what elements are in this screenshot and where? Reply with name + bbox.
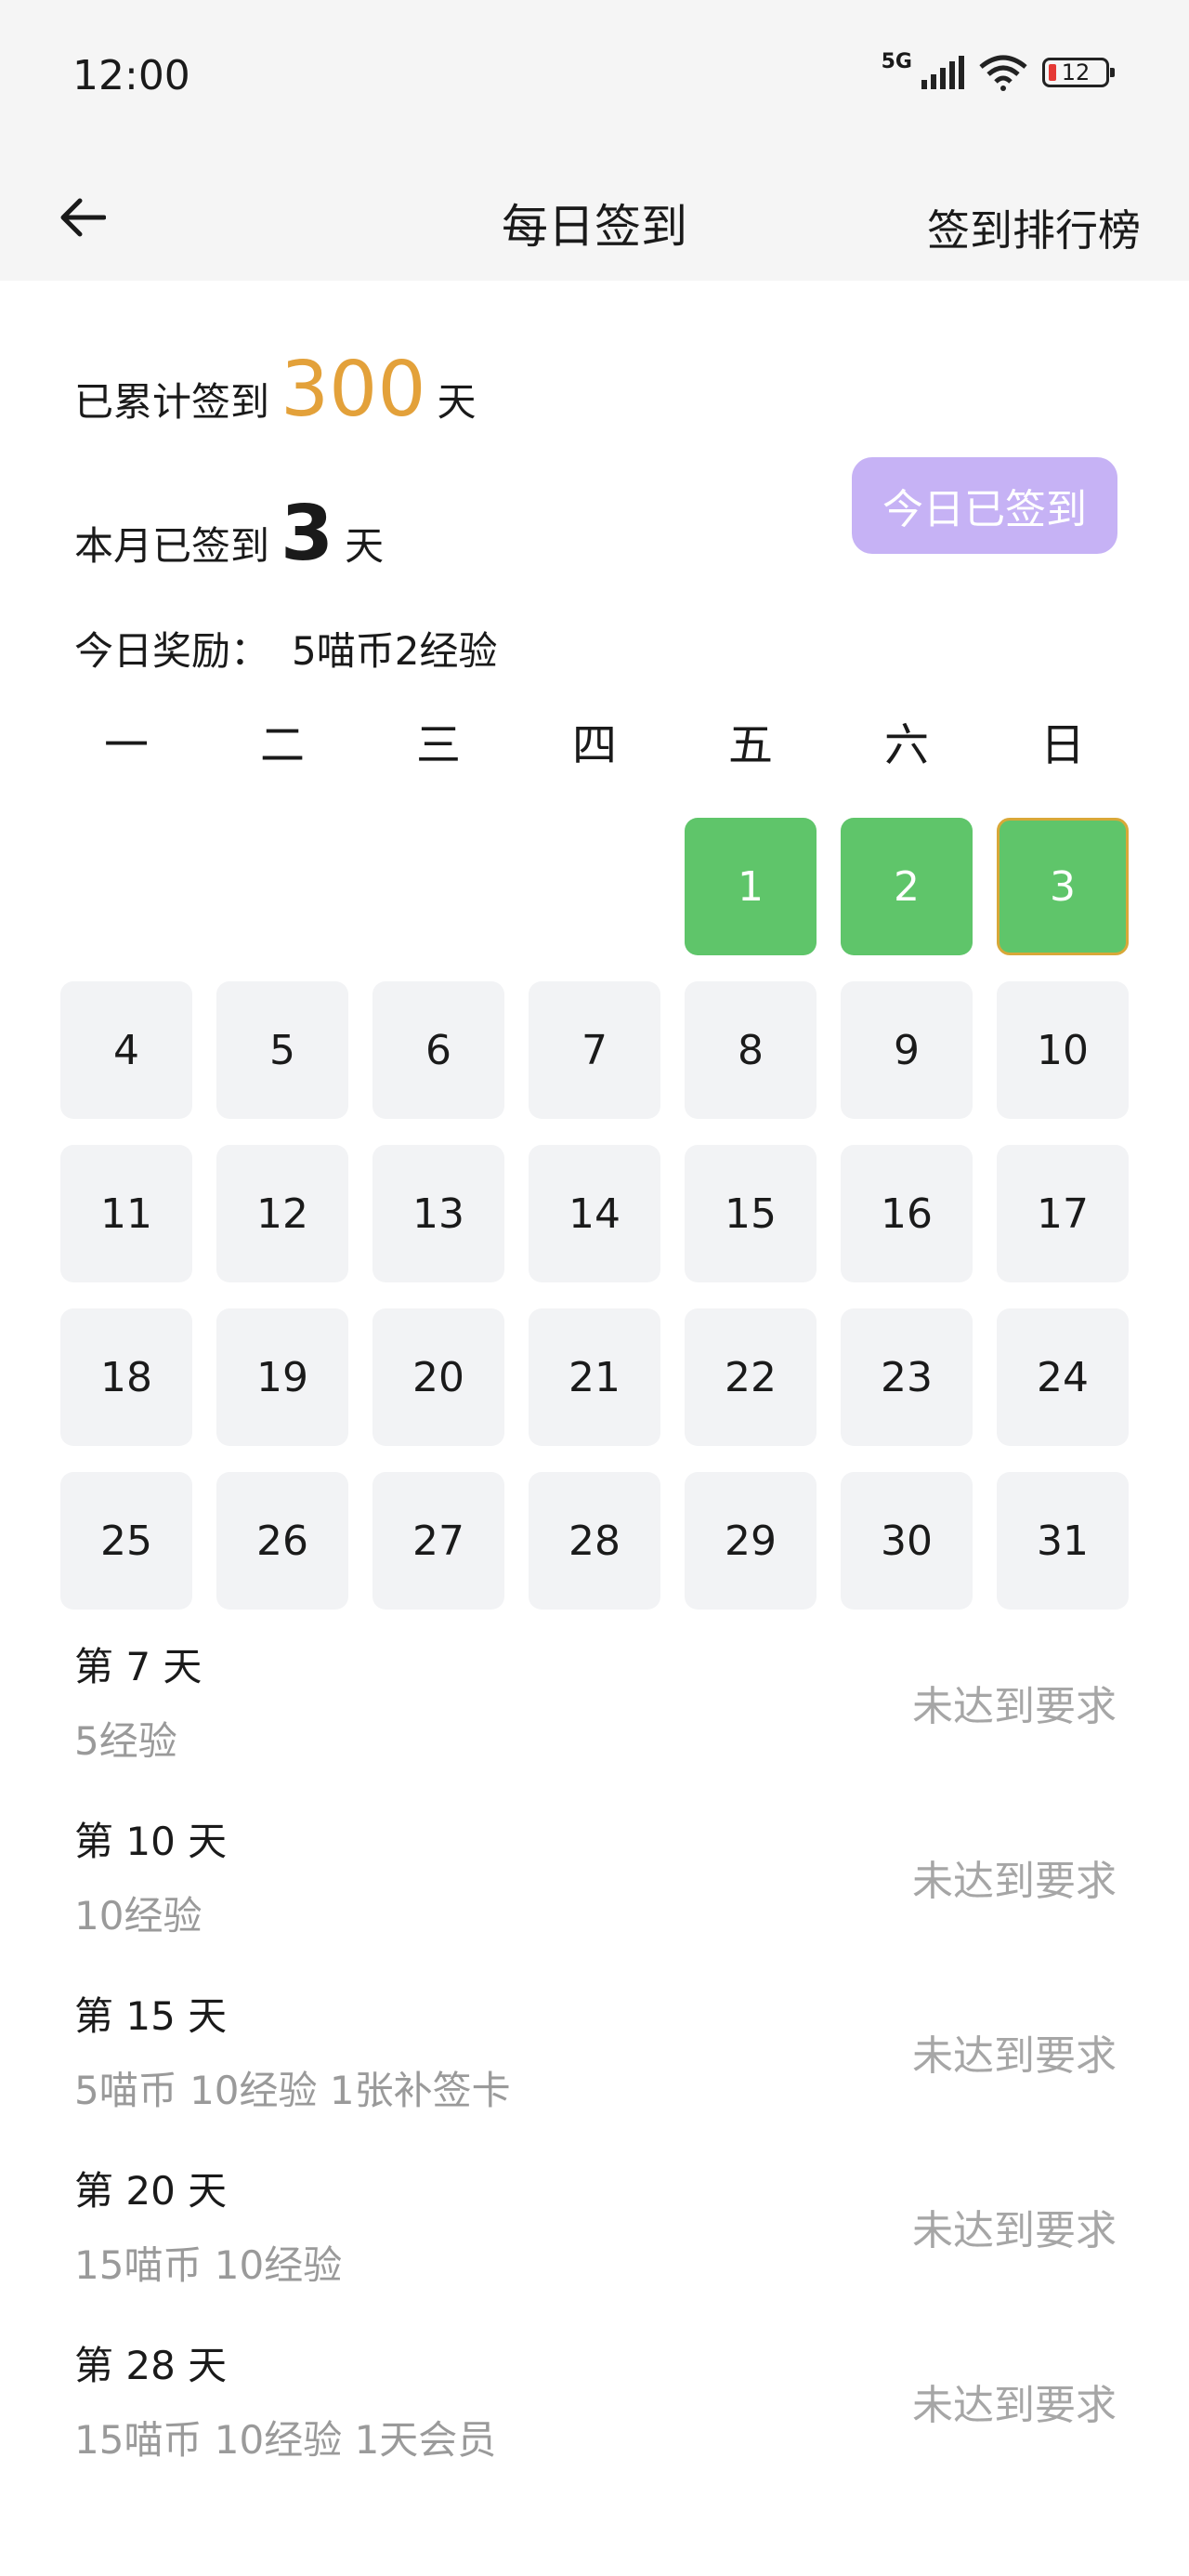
milestone-reward: 5喵币 10经验 1张补签卡	[74, 2068, 511, 2113]
calendar-day-28[interactable]: 28	[529, 1472, 660, 1610]
calendar-day-8[interactable]: 8	[685, 981, 817, 1119]
milestone-item: 第 10 天 10经验 未达到要求	[0, 1810, 1189, 1985]
calendar-day-6[interactable]: 6	[372, 981, 504, 1119]
milestone-item: 第 20 天 15喵币 10经验 未达到要求	[0, 2160, 1189, 2334]
calendar-day-15[interactable]: 15	[685, 1145, 817, 1282]
weekday-label: 三	[415, 719, 461, 771]
milestone-reward: 10经验	[74, 1893, 203, 1939]
milestone-status: 未达到要求	[912, 1858, 1117, 1905]
milestone-status: 未达到要求	[912, 2207, 1117, 2254]
calendar-day-18[interactable]: 18	[60, 1308, 192, 1446]
calendar-day-10[interactable]: 10	[997, 981, 1129, 1119]
calendar-day-27[interactable]: 27	[372, 1472, 504, 1610]
calendar-day-16[interactable]: 16	[841, 1145, 973, 1282]
signed-today-button[interactable]: 今日已签到	[852, 457, 1117, 554]
nav-bar: 每日签到 签到排行榜	[0, 154, 1189, 281]
calendar-day-14[interactable]: 14	[529, 1145, 660, 1282]
milestone-title: 第 7 天	[74, 1644, 203, 1689]
calendar-day-7[interactable]: 7	[529, 981, 660, 1119]
milestone-reward: 15喵币 10经验 1天会员	[74, 2417, 497, 2463]
milestone-title: 第 28 天	[74, 2343, 228, 2388]
network-type: 5G	[881, 49, 912, 73]
calendar-day-19[interactable]: 19	[216, 1308, 348, 1446]
calendar-day-3[interactable]: 3	[997, 818, 1129, 955]
total-prefix: 已累计签到	[74, 379, 270, 425]
calendar-day-25[interactable]: 25	[60, 1472, 192, 1610]
calendar-day-26[interactable]: 26	[216, 1472, 348, 1610]
month-prefix: 本月已签到	[74, 523, 270, 569]
calendar-day-5[interactable]: 5	[216, 981, 348, 1119]
weekday-header: 一二三四五六日	[0, 708, 1189, 818]
weekday-label: 六	[883, 719, 929, 771]
weekday-label: 二	[259, 719, 305, 771]
reward-value: 5喵币2经验	[292, 628, 498, 674]
month-suffix: 天	[345, 523, 385, 569]
calendar-day-23[interactable]: 23	[841, 1308, 973, 1446]
calendar-day-1[interactable]: 1	[685, 818, 817, 955]
calendar-day-31[interactable]: 31	[997, 1472, 1129, 1610]
wifi-icon	[979, 55, 1027, 91]
battery-level: 12	[1061, 59, 1091, 85]
today-reward: 今日奖励： 5喵币2经验	[74, 620, 497, 677]
milestone-reward: 15喵币 10经验	[74, 2242, 343, 2288]
calendar-day-9[interactable]: 9	[841, 981, 973, 1119]
status-icons: 5G 12	[882, 50, 1115, 91]
status-bar: 12:00 5G 12	[0, 0, 1189, 154]
calendar-day-12[interactable]: 12	[216, 1145, 348, 1282]
calendar-day-22[interactable]: 22	[685, 1308, 817, 1446]
reward-label: 今日奖励：	[74, 628, 270, 674]
total-suffix: 天	[437, 379, 477, 425]
weekday-label: 四	[571, 719, 617, 771]
calendar-day-20[interactable]: 20	[372, 1308, 504, 1446]
status-time: 12:00	[72, 52, 190, 99]
battery-icon: 12	[1042, 58, 1115, 87]
calendar-day-4[interactable]: 4	[60, 981, 192, 1119]
milestone-item: 第 28 天 15喵币 10经验 1天会员 未达到要求	[0, 2334, 1189, 2509]
calendar-day-2[interactable]: 2	[841, 818, 973, 955]
milestone-status: 未达到要求	[912, 2382, 1117, 2429]
calendar-day-17[interactable]: 17	[997, 1145, 1129, 1282]
calendar-day-24[interactable]: 24	[997, 1308, 1129, 1446]
calendar-day-21[interactable]: 21	[529, 1308, 660, 1446]
milestone-title: 第 10 天	[74, 1819, 228, 1864]
total-checkin: 已累计签到 300 天	[74, 346, 477, 434]
signal-icon	[921, 56, 964, 89]
weekday-label: 一	[103, 719, 149, 771]
ranking-link[interactable]: 签到排行榜	[927, 197, 1141, 258]
calendar-day-29[interactable]: 29	[685, 1472, 817, 1610]
calendar-day-11[interactable]: 11	[60, 1145, 192, 1282]
milestone-title: 第 15 天	[74, 1993, 228, 2039]
milestone-status: 未达到要求	[912, 1683, 1117, 1730]
month-value: 3	[281, 490, 334, 578]
month-checkin: 本月已签到 3 天	[74, 490, 384, 578]
calendar-day-13[interactable]: 13	[372, 1145, 504, 1282]
weekday-label: 五	[727, 719, 773, 771]
milestone-reward: 5经验	[74, 1718, 177, 1764]
milestone-title: 第 20 天	[74, 2168, 228, 2214]
weekday-label: 日	[1039, 719, 1085, 771]
milestone-status: 未达到要求	[912, 2032, 1117, 2080]
total-value: 300	[281, 346, 426, 434]
calendar-grid: 1 2 3 4 5 6 7 8 9 10 11 12 13 14 15 16 17 18 19 20 21 22 23 24 2…	[0, 818, 1189, 1636]
milestone-item: 第 15 天 5喵币 10经验 1张补签卡 未达到要求	[0, 1985, 1189, 2160]
calendar-day-30[interactable]: 30	[841, 1472, 973, 1610]
milestone-item: 第 7 天 5经验 未达到要求	[0, 1636, 1189, 1810]
